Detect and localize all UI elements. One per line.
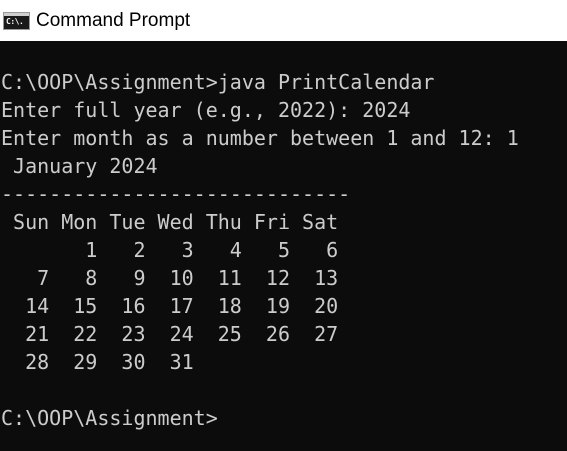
title-bar[interactable]: C:\. Command Prompt [0, 0, 567, 41]
console-line-command: C:\OOP\Assignment>java PrintCalendar [1, 70, 435, 94]
window-title: Command Prompt [36, 10, 191, 31]
console-line-month-prompt: Enter month as a number between 1 and 12… [1, 126, 519, 150]
console-lines: C:\OOP\Assignment>java PrintCalendar Ent… [1, 68, 519, 432]
console-line-year-prompt: Enter full year (e.g., 2022): 2024 [1, 98, 411, 122]
icon-title-strip [4, 13, 29, 16]
icon-label: C:\. [6, 17, 24, 26]
command-prompt-icon[interactable]: C:\. [3, 12, 30, 30]
calendar-weekday-header: Sun Mon Tue Wed Thu Fri Sat [1, 210, 339, 234]
calendar-week-row: 21 22 23 24 25 26 27 [1, 322, 339, 346]
calendar-heading: January 2024 [1, 154, 158, 178]
calendar-separator: ----------------------------- [1, 182, 351, 206]
calendar-week-row: 14 15 16 17 18 19 20 [1, 294, 339, 318]
calendar-week-row: 1 2 3 4 5 6 [1, 238, 339, 262]
calendar-week-row: 7 8 9 10 11 12 13 [1, 266, 339, 290]
command-prompt-window: C:\. Command Prompt C:\OOP\Assignment>ja… [0, 0, 567, 451]
console-output[interactable]: C:\OOP\Assignment>java PrintCalendar Ent… [0, 41, 567, 451]
calendar-week-row: 28 29 30 31 [1, 350, 194, 374]
console-prompt[interactable]: C:\OOP\Assignment> [1, 404, 519, 432]
